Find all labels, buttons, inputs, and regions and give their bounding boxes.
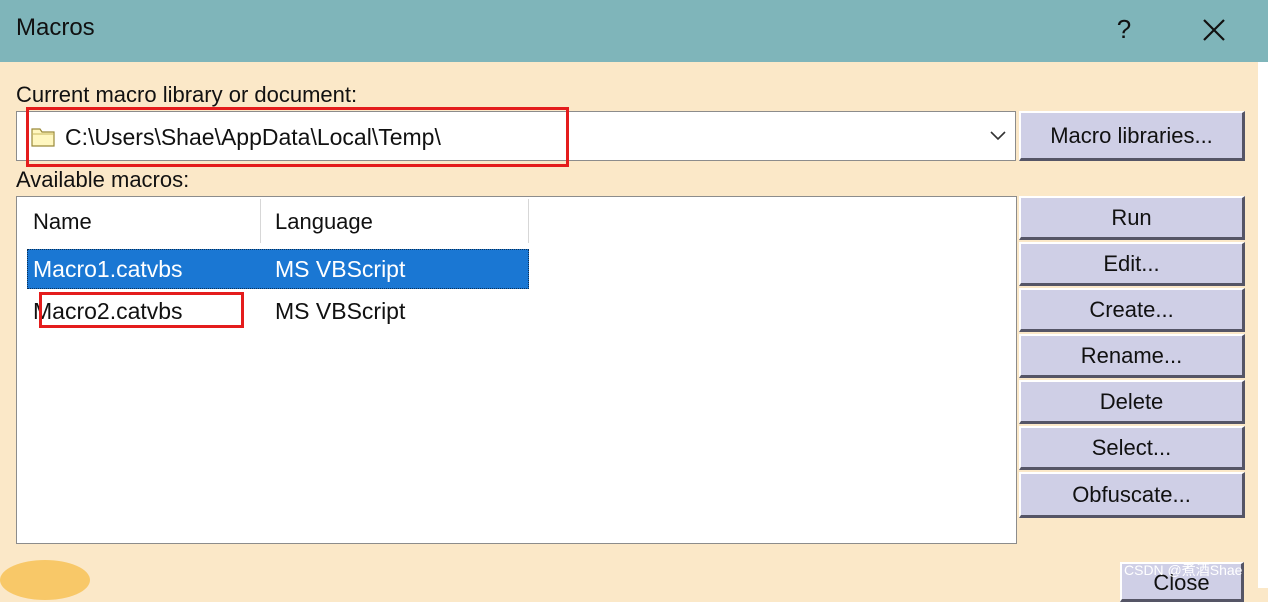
macro-language: MS VBScript xyxy=(275,256,406,282)
delete-button[interactable]: Delete xyxy=(1019,380,1245,424)
create-button[interactable]: Create... xyxy=(1019,288,1245,332)
macro-row[interactable]: Macro1.catvbs MS VBScript xyxy=(27,249,529,289)
macro-language: MS VBScript xyxy=(275,298,406,324)
annotation-box xyxy=(26,107,569,167)
window-title: Macros xyxy=(16,14,95,41)
macro-name: Macro1.catvbs xyxy=(33,256,183,282)
close-icon[interactable] xyxy=(1196,12,1232,48)
annotation-box xyxy=(39,292,244,328)
rename-button[interactable]: Rename... xyxy=(1019,334,1245,378)
column-header-name[interactable]: Name xyxy=(17,197,260,245)
available-macros-label: Available macros: xyxy=(16,167,190,192)
chevron-down-icon[interactable] xyxy=(989,130,1007,142)
help-button[interactable]: ? xyxy=(1110,12,1138,46)
window-edge xyxy=(1258,62,1268,588)
library-label: Current macro library or document: xyxy=(16,82,358,107)
column-header-language[interactable]: Language xyxy=(261,197,528,245)
edit-button[interactable]: Edit... xyxy=(1019,242,1245,286)
title-bar: Macros ? xyxy=(0,0,1268,62)
select-button[interactable]: Select... xyxy=(1019,426,1245,470)
obfuscate-button[interactable]: Obfuscate... xyxy=(1019,472,1245,518)
watermark: CSDN @煮酒Shae xyxy=(1124,562,1243,578)
column-divider[interactable] xyxy=(528,199,529,243)
background-decoration xyxy=(0,560,90,600)
macro-libraries-button[interactable]: Macro libraries... xyxy=(1019,111,1245,161)
macro-list[interactable]: Name Language Macro1.catvbs MS VBScript … xyxy=(16,196,1017,544)
run-button[interactable]: Run xyxy=(1019,196,1245,240)
